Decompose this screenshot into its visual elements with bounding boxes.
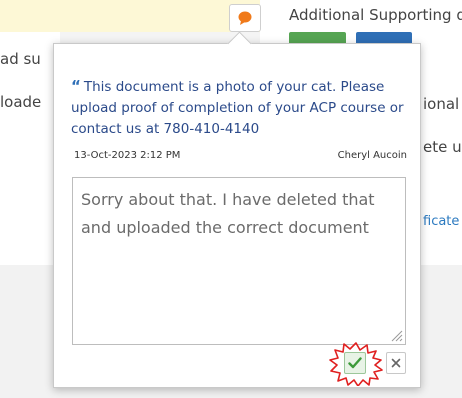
comment-date: 13-Oct-2023 2:12 PM [74, 150, 181, 161]
checkmark-icon [348, 357, 362, 369]
reply-text-value: Sorry about that. I have deleted that an… [81, 190, 375, 237]
reply-textarea[interactable]: Sorry about that. I have deleted that an… [72, 177, 406, 345]
popup-pointer [227, 31, 252, 56]
highlighted-row-band [0, 0, 260, 32]
background-text-line: loade [0, 93, 42, 111]
background-link[interactable]: ficate [423, 214, 459, 229]
previous-comment-text: This document is a photo of your cat. Pl… [71, 79, 404, 137]
close-icon [391, 358, 401, 368]
comment-meta: 13-Oct-2023 2:12 PM Cheryl Aucoin [74, 150, 407, 161]
speech-bubble-icon [238, 11, 252, 25]
cancel-button[interactable] [386, 352, 406, 374]
resize-grip-icon[interactable] [389, 328, 403, 342]
comment-popup: “This document is a photo of your cat. P… [53, 31, 421, 388]
comment-author: Cheryl Aucoin [337, 150, 407, 161]
save-highlight [328, 342, 384, 386]
background-text-line: ional [423, 95, 460, 113]
background-text-line: ete u [423, 138, 462, 156]
comment-toggle-button[interactable] [229, 4, 261, 32]
background-text-line: ad su [0, 50, 41, 68]
section-heading: Additional Supporting d [289, 6, 462, 24]
quote-icon: “ [71, 77, 81, 95]
previous-comment: “This document is a photo of your cat. P… [71, 76, 406, 140]
save-button[interactable] [344, 352, 366, 374]
